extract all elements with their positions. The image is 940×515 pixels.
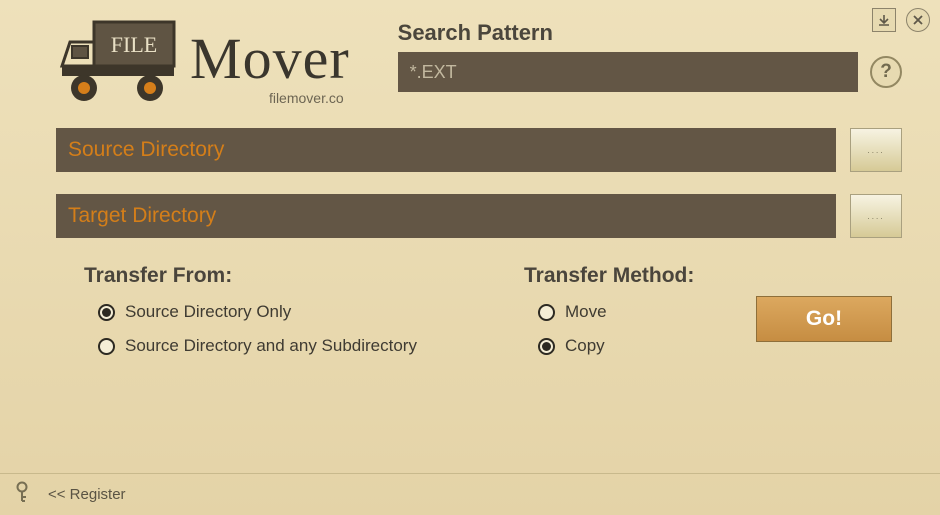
- search-pattern-label: Search Pattern: [398, 20, 902, 46]
- radio-label: Source Directory and any Subdirectory: [125, 336, 417, 356]
- transfer-method-heading: Transfer Method:: [524, 264, 724, 288]
- truck-icon: FILE: [56, 14, 186, 106]
- browse-source-button[interactable]: ....: [850, 128, 902, 172]
- radio-source-only[interactable]: Source Directory Only: [84, 302, 524, 322]
- radio-icon: [98, 304, 115, 321]
- source-directory-input[interactable]: [56, 128, 836, 172]
- close-button[interactable]: [906, 8, 930, 32]
- search-pattern-input[interactable]: [398, 52, 858, 92]
- app-logo: FILE Mover filemover.co: [56, 14, 350, 106]
- key-icon: [14, 481, 30, 508]
- radio-source-and-subdirs[interactable]: Source Directory and any Subdirectory: [84, 336, 524, 356]
- radio-label: Move: [565, 302, 607, 322]
- radio-icon: [538, 338, 555, 355]
- radio-label: Source Directory Only: [125, 302, 291, 322]
- brand-name: Mover: [190, 30, 350, 88]
- help-button[interactable]: ?: [870, 56, 902, 88]
- download-arrow-icon: [877, 13, 891, 27]
- browse-target-button[interactable]: ....: [850, 194, 902, 238]
- svg-text:FILE: FILE: [111, 32, 157, 57]
- radio-copy[interactable]: Copy: [524, 336, 724, 356]
- close-icon: [912, 14, 924, 26]
- minimize-button[interactable]: [872, 8, 896, 32]
- transfer-from-heading: Transfer From:: [84, 264, 524, 288]
- radio-move[interactable]: Move: [524, 302, 724, 322]
- target-directory-input[interactable]: [56, 194, 836, 238]
- radio-icon: [538, 304, 555, 321]
- footer-bar: << Register: [0, 473, 940, 515]
- go-button[interactable]: Go!: [756, 296, 892, 342]
- register-link[interactable]: << Register: [48, 486, 126, 503]
- radio-icon: [98, 338, 115, 355]
- brand-url: filemover.co: [269, 90, 344, 106]
- radio-label: Copy: [565, 336, 605, 356]
